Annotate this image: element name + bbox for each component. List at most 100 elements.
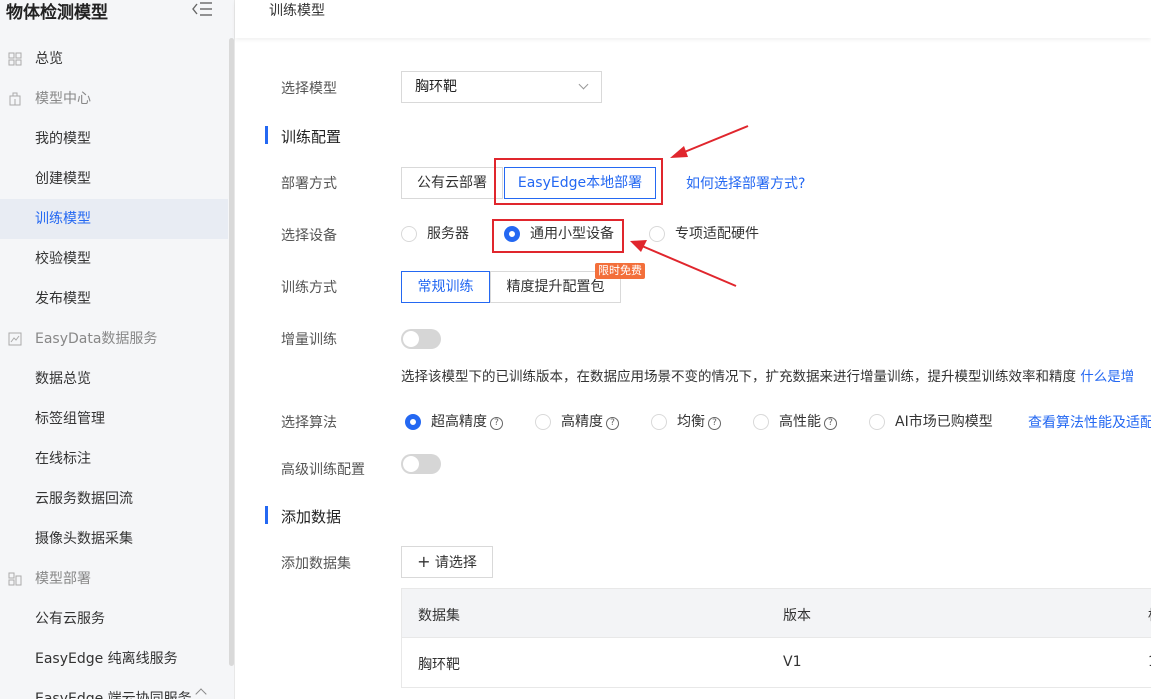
sidebar-item-my-models[interactable]: 我的模型 [0, 119, 228, 159]
sidebar-item-label: 数据总览 [35, 371, 91, 387]
dataset-table: 数据集 版本 标 胸环靶 V1 1 [401, 588, 1151, 688]
radio-circle [649, 226, 665, 242]
sidebar-item-label: 在线标注 [35, 451, 91, 467]
radio-label: 高性能 [779, 414, 821, 430]
sidebar-item-public-cloud[interactable]: 公有云服务 [0, 599, 228, 639]
sidebar-item-overview[interactable]: 总览 [0, 39, 228, 79]
free-badge: 限时免费 [595, 263, 645, 279]
chevron-down-icon [578, 79, 589, 90]
sidebar-group-model-deploy[interactable]: 模型部署 [0, 559, 228, 599]
page-header: 训练模型 [235, 0, 1151, 38]
sidebar-item-cloud-data-return[interactable]: 云服务数据回流 [0, 479, 228, 519]
sidebar-item-label: 创建模型 [35, 171, 91, 187]
radio-label: 均衡 [677, 414, 705, 430]
sidebar-item-online-labeling[interactable]: 在线标注 [0, 439, 228, 479]
algo-balanced-radio[interactable]: 均衡? [651, 412, 721, 432]
algo-high-perf-radio[interactable]: 高性能? [753, 412, 837, 432]
radio-label: 服务器 [427, 226, 469, 242]
grid-icon [8, 52, 22, 66]
incremental-toggle[interactable] [401, 329, 441, 349]
algo-high-radio[interactable]: 高精度? [535, 412, 619, 432]
sidebar-item-data-overview[interactable]: 数据总览 [0, 359, 228, 399]
radio-circle [401, 226, 417, 242]
sidebar-item-create-model[interactable]: 创建模型 [0, 159, 228, 199]
dataset-version-cell: V1 [783, 654, 802, 670]
sidebar-item-label: 总览 [35, 51, 63, 67]
radio-circle [869, 414, 885, 430]
select-model-label: 选择模型 [281, 81, 337, 97]
model-select-value: 胸环靶 [415, 79, 457, 95]
plus-icon: + [417, 552, 431, 571]
sidebar-item-train-model[interactable]: 训练模型 [0, 199, 228, 239]
sidebar-group-model-center[interactable]: 模型中心 [0, 79, 228, 119]
select-dataset-button[interactable]: + 请选择 [401, 546, 493, 578]
add-dataset-label: 添加数据集 [281, 556, 351, 572]
device-server-radio[interactable]: 服务器 [401, 224, 469, 244]
radio-label: 超高精度 [431, 414, 487, 430]
algorithm-performance-link[interactable]: 查看算法性能及适配 [1028, 412, 1151, 432]
annotation-arrow [630, 240, 737, 287]
sidebar-item-label: EasyEdge 纯离线服务 [35, 651, 178, 667]
collapse-menu-icon[interactable] [190, 0, 214, 18]
model-select[interactable]: 胸环靶 [401, 71, 602, 103]
incremental-description: 选择该模型下的已训练版本，在数据应用场景不变的情况下，扩充数据来进行增量训练，提… [401, 365, 1134, 385]
app-title: 物体检测模型 [6, 3, 108, 23]
help-icon[interactable]: ? [606, 417, 619, 430]
toggle-knob [403, 456, 419, 472]
sidebar-item-label: 标签组管理 [35, 411, 105, 427]
sidebar-item-easyedge-offline[interactable]: EasyEdge 纯离线服务 [0, 639, 228, 679]
sidebar-item-label: 训练模型 [35, 211, 91, 227]
device-label: 选择设备 [281, 228, 337, 244]
radio-circle [753, 414, 769, 430]
section-title-add-data: 添加数据 [281, 508, 342, 526]
sidebar-item-label: 校验模型 [35, 251, 91, 267]
help-icon[interactable]: ? [708, 417, 721, 430]
deploy-icon [8, 572, 22, 586]
radio-circle [535, 414, 551, 430]
sidebar-item-label: 摄像头数据采集 [35, 531, 133, 547]
help-icon[interactable]: ? [490, 417, 503, 430]
column-header: 版本 [783, 608, 811, 624]
annotation-arrow [670, 125, 749, 158]
algo-ultra-high-radio[interactable]: 超高精度? [405, 412, 503, 432]
sidebar-item-camera-collection[interactable]: 摄像头数据采集 [0, 519, 228, 559]
building-icon [9, 92, 21, 106]
help-icon[interactable]: ? [824, 417, 837, 430]
algorithm-label: 选择算法 [281, 415, 337, 431]
toggle-knob [403, 331, 419, 347]
algo-ai-market-radio[interactable]: AI市场已购模型 [869, 412, 993, 432]
page-title: 训练模型 [269, 3, 325, 19]
sidebar-item-validate-model[interactable]: 校验模型 [0, 239, 228, 279]
advanced-config-label: 高级训练配置 [281, 462, 365, 478]
how-to-choose-deploy-link[interactable]: 如何选择部署方式? [686, 173, 805, 193]
sidebar-item-label: 我的模型 [35, 131, 91, 147]
chart-icon [8, 332, 22, 346]
annotation-box [494, 158, 663, 205]
sidebar-item-label: EasyData数据服务 [35, 331, 158, 347]
dataset-name-cell: 胸环靶 [418, 657, 460, 673]
table-header: 数据集 版本 标 [402, 589, 1151, 638]
sidebar-scrollbar[interactable] [229, 38, 234, 666]
sidebar-item-publish-model[interactable]: 发布模型 [0, 279, 228, 319]
section-title-train-config: 训练配置 [281, 128, 342, 146]
sidebar: 物体检测模型 总览 模型中心 我的模型 创建模型 训练模型 校验模型 发布模型 … [0, 0, 235, 699]
radio-circle [651, 414, 667, 430]
radio-circle [405, 414, 421, 430]
section-marker [265, 126, 268, 144]
select-dataset-label: 请选择 [434, 555, 477, 571]
what-is-incremental-link[interactable]: 什么是增 [1080, 369, 1134, 385]
device-dedicated-hw-radio[interactable]: 专项适配硬件 [649, 224, 759, 244]
radio-label: AI市场已购模型 [895, 414, 993, 430]
radio-label: 专项适配硬件 [675, 226, 759, 242]
deploy-label: 部署方式 [281, 176, 337, 192]
train-mode-regular-button[interactable]: 常规训练 [401, 271, 490, 303]
sidebar-item-label-groups[interactable]: 标签组管理 [0, 399, 228, 439]
deploy-public-cloud-button[interactable]: 公有云部署 [401, 167, 503, 199]
sidebar-item-label: 模型部署 [35, 571, 91, 587]
incremental-description-text: 选择该模型下的已训练版本，在数据应用场景不变的情况下，扩充数据来进行增量训练，提… [401, 369, 1076, 385]
sidebar-item-easyedge-cloud[interactable]: EasyEdge 端云协同服务 [0, 679, 228, 699]
column-header: 数据集 [418, 608, 460, 624]
sidebar-group-easydata[interactable]: EasyData数据服务 [0, 319, 228, 359]
advanced-config-toggle[interactable] [401, 454, 441, 474]
sidebar-item-label: 公有云服务 [35, 611, 105, 627]
